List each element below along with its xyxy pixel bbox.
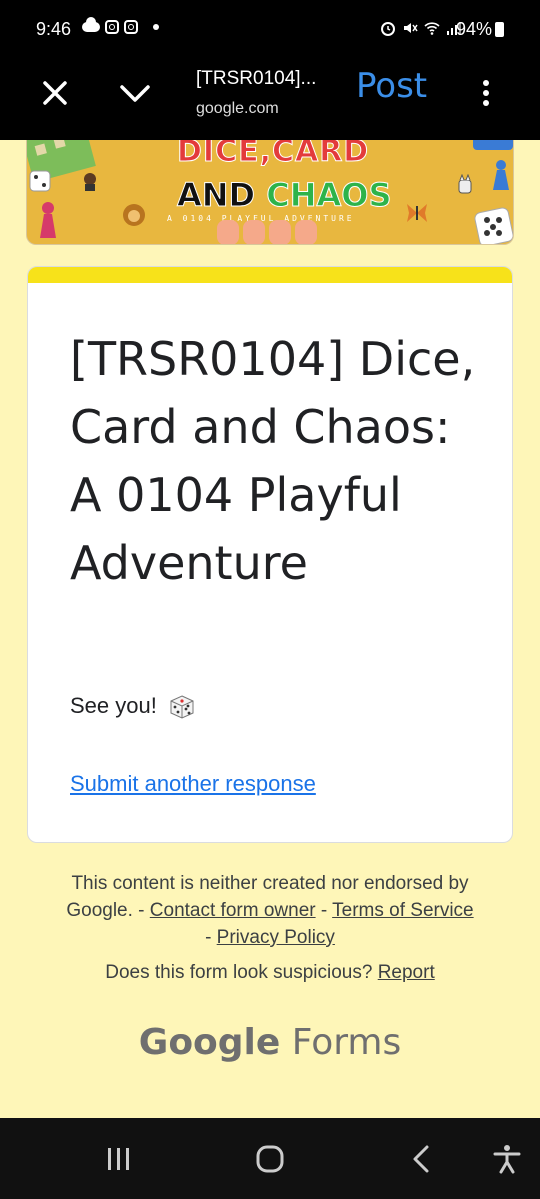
hand-illustration [217,220,317,244]
privacy-policy-link[interactable]: Privacy Policy [217,927,335,948]
post-button[interactable]: Post [356,66,427,106]
butterfly-icon [407,204,427,222]
page-url: google.com [196,100,279,117]
alarm-icon [381,22,395,36]
browser-app-bar: [TRSR0104]... google.com Post [0,60,540,140]
more-vert-icon[interactable] [474,76,498,110]
accessibility-icon[interactable] [490,1144,524,1174]
form-title: [TRSR0104] Dice, Card and Chaos: A 0104 … [70,332,476,590]
chevron-down-icon[interactable] [116,76,154,110]
banner-title-line1: DICE,CARD [176,140,370,170]
mute-icon [404,23,418,33]
wifi-icon [424,22,440,35]
board-corner-icon [473,140,513,150]
status-time: 9:46 [36,19,72,39]
banner-title-and: AND [176,176,267,215]
banner-title-chaos: CHAOS [266,176,392,215]
cloud-icon [82,17,100,32]
recents-icon[interactable] [102,1144,136,1174]
notification-dot-icon [153,24,159,30]
instagram-icon [105,20,119,34]
submit-another-response-link[interactable]: Submit another response [70,771,316,797]
dice-icon [29,170,51,192]
instagram-icon [124,20,138,34]
google-wordmark: Google [138,1022,281,1063]
battery-percent: 94% [455,19,492,39]
footer-disclaimer: This content is neither created nor endo… [40,870,500,951]
close-icon[interactable] [38,76,72,110]
status-bar: 9:46 94% [0,0,540,60]
lion-icon [123,204,145,226]
suspicious-form-notice: Does this form look suspicious? Report [40,962,500,984]
status-right-icons [380,20,462,36]
game-pawn-icon [40,202,56,238]
dice-icon [474,207,513,244]
character-icon [84,173,96,191]
suspicious-text: Does this form look suspicious? [105,962,373,983]
game-pawn-icon [493,160,509,190]
battery-icon [495,22,504,37]
home-icon[interactable] [253,1144,287,1174]
separator: - [315,900,333,921]
cat-icon [458,174,472,194]
system-nav-bar [0,1118,540,1199]
forms-wordmark: Forms [291,1022,402,1063]
separator: - [205,927,217,948]
report-link[interactable]: Report [378,962,435,983]
page-title: [TRSR0104]... [196,68,317,89]
confirmation-card: [TRSR0104] Dice, Card and Chaos: A 0104 … [27,266,513,843]
dice-icon [170,695,194,719]
back-icon[interactable] [405,1144,439,1174]
confirmation-text: See you! [70,693,157,718]
google-forms-logo[interactable]: Google Forms [0,1022,540,1063]
contact-form-owner-link[interactable]: Contact form owner [150,900,316,921]
terms-of-service-link[interactable]: Terms of Service [332,900,473,921]
status-left-icons [82,17,159,34]
confirmation-message: See you! [70,693,195,720]
banner-title-line2: AND CHAOS [176,176,392,215]
card-accent-bar [28,267,512,283]
form-header-image: DICE,CARD AND CHAOS A 0104 PLAYFUL ADVEN… [26,140,514,245]
